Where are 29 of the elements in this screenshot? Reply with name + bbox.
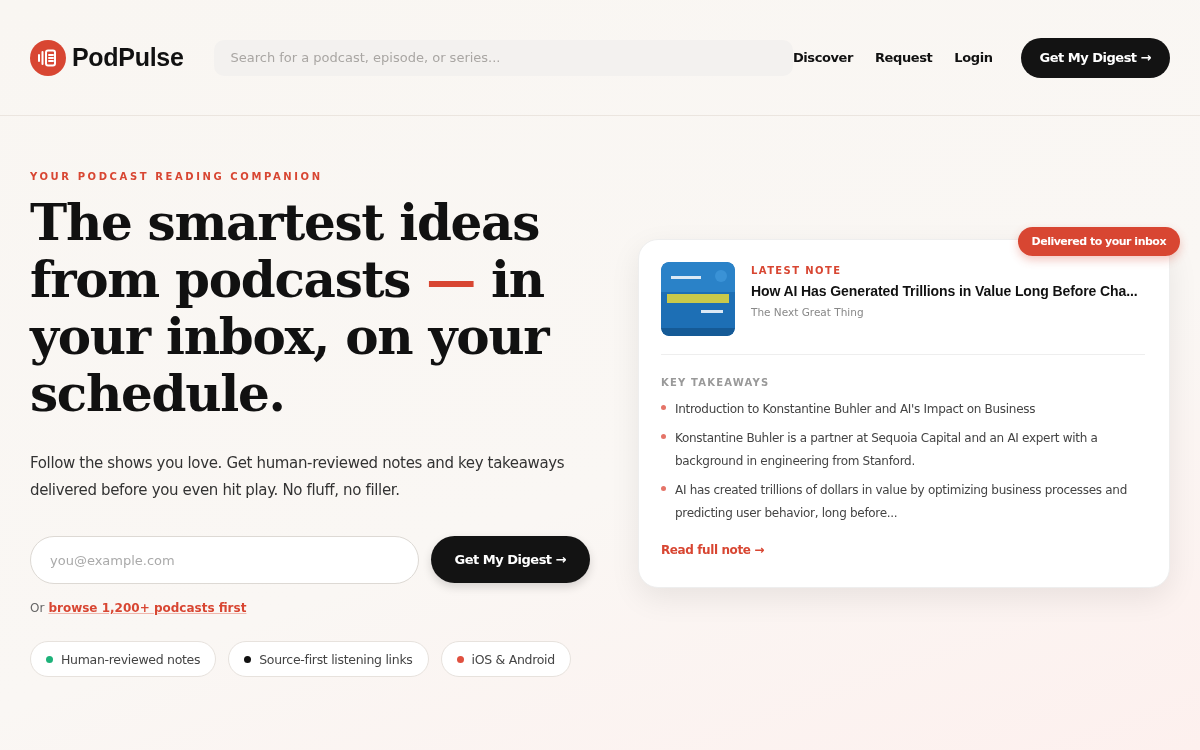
bullet-icon xyxy=(661,486,666,491)
feature-pill: Source-first listening links xyxy=(228,641,429,677)
read-note-link[interactable]: Read full note → xyxy=(661,543,764,557)
brand-name: PodPulse xyxy=(72,43,184,72)
logo-icon xyxy=(30,39,66,76)
takeaway-text: Introduction to Konstantine Buhler and AI's Impact on Business xyxy=(675,401,1036,418)
email-field[interactable]: you@example.com xyxy=(30,536,419,584)
delivered-badge: Delivered to your inbox xyxy=(1017,227,1180,256)
takeaway-text: AI has created trillions of dollars in value by optimizing business processes and predicting user behavior, long before... xyxy=(675,482,1128,522)
nav-link[interactable]: Discover xyxy=(792,50,853,65)
lead-paragraph: Follow the shows you love. Get human-reviewed notes and key takeaways delivered before you even hit play. No fluff, no filler. xyxy=(30,453,566,501)
nav-link[interactable]: Login xyxy=(954,50,993,65)
digest-button[interactable]: Get My Digest → xyxy=(1020,37,1170,78)
episode-title: How AI Has Generated Trillions in Value Long Before Cha... xyxy=(751,283,1138,299)
takeaway-text: Konstantine Buhler is a partner at Sequoia Capital and an AI expert with a background in engineering from Stanford. xyxy=(675,430,1099,470)
section-heading: KEY TAKEAWAYS xyxy=(661,377,770,388)
browse-link[interactable]: browse 1,200+ podcasts first xyxy=(48,601,247,615)
bullet-icon xyxy=(661,434,666,439)
search-field[interactable]: Search for a podcast, episode, or series... xyxy=(214,39,793,76)
headline: The smartest ideas from podcasts — in your inbox, on your schedule. xyxy=(30,194,550,422)
nav-link[interactable]: Request xyxy=(875,50,933,65)
eyebrow-text: YOUR PODCAST READING COMPANION xyxy=(30,171,323,182)
eyebrow-text: LATEST NOTE xyxy=(751,265,842,276)
browse-prefix: Or xyxy=(30,601,45,615)
digest-button[interactable]: Get My Digest → xyxy=(430,536,590,583)
feature-pill: iOS & Android xyxy=(440,641,571,677)
bullet-icon xyxy=(661,405,666,410)
feature-pill: Human-reviewed notes xyxy=(30,641,217,677)
show-name: The Next Great Thing xyxy=(751,306,864,318)
